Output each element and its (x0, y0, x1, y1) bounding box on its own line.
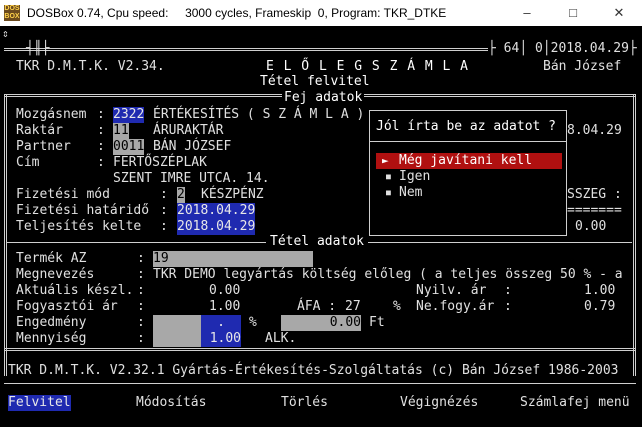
colon: : (97, 107, 105, 122)
mozgasnem-label: Mozgásnem (16, 107, 87, 122)
bullet-icon: ■ (386, 188, 391, 197)
dialog-separator (370, 141, 566, 142)
megnev-label: Megnevezés (16, 267, 95, 282)
fizmod-code[interactable]: 2 (177, 187, 185, 203)
fkey-szamlafej-menu[interactable]: Számlafej menü (520, 395, 630, 411)
mozgasnem-code[interactable]: 2322 (113, 107, 145, 123)
eng-field-a[interactable] (153, 315, 201, 331)
raktar-label: Raktár (16, 123, 63, 138)
afa-label: ÁFA : (297, 299, 337, 314)
menny-value[interactable]: 1.00 (201, 331, 241, 347)
bullet-icon: ■ (386, 172, 391, 181)
dos-screen: ⇕ ┤║├ ├ 64│ 0│2018.04.29├ TKR D.M.T.K. V… (0, 26, 642, 427)
afa-value: 27 (345, 299, 361, 314)
eng-label: Engedmény (16, 315, 87, 330)
teljesites-label: Teljesítés kelte (16, 219, 142, 234)
afa-pct: % (393, 299, 401, 314)
mozgasnem-value: ÉRTÉKESÍTÉS ( S Z Á M L A ) (153, 107, 365, 122)
akt-label: Aktuális készl. (16, 283, 134, 298)
akt-value: 0.00 (209, 283, 241, 298)
nefogy-value: 0.79 (584, 299, 616, 314)
cim-value: FERTŐSZÉPLAK (113, 155, 207, 170)
fkey-vegignezes[interactable]: Végignézés (400, 395, 478, 411)
right-date-fragment: 8.04.29 (567, 123, 622, 138)
cim-label: Cím (16, 155, 40, 170)
menny-unit: ALK. (265, 331, 297, 346)
section-head: Fej adatok (282, 90, 365, 106)
raktar-value: ÁRURAKTÁR (153, 123, 224, 138)
left-badge: ┤║├ (26, 41, 50, 56)
dialog-option-igen[interactable]: Igen (399, 169, 430, 185)
menny-field-a[interactable] (153, 331, 201, 347)
doc-title: E L Ő L E G S Z Á M L A (266, 59, 470, 74)
hatarido-value[interactable]: 2018.04.29 (177, 203, 256, 219)
app-version: TKR D.M.T.K. V2.34. (16, 59, 165, 74)
copyright: TKR D.M.T.K. V2.32.1 Gyártás-Értékesítés… (8, 363, 619, 378)
partner-label: Partner (16, 139, 71, 154)
sum-separator: ======= (567, 203, 622, 218)
sum-value: 0.00 (575, 219, 607, 234)
termek-label: Termék AZ (16, 251, 87, 266)
fizmod-value: KÉSZPÉNZ (201, 187, 264, 202)
footer-separator (4, 383, 636, 384)
maximize-button[interactable]: □ (550, 0, 596, 26)
menny-label: Mennyiség (16, 331, 87, 346)
fkey-felvitel[interactable]: Felvitel (8, 395, 71, 411)
right-badge: ├ 64│ 0│2018.04.29├ (488, 41, 637, 57)
megnev-value: TKR DEMO legyártás költség előleg ( a te… (153, 267, 623, 282)
dosbox-icon: DOS BOX (4, 5, 20, 21)
bottom-border (4, 348, 636, 351)
nyilv-label: Nyilv. ár (416, 283, 487, 298)
fkey-modositas[interactable]: Módosítás (136, 395, 206, 411)
user-name: Bán József (543, 59, 622, 74)
left-border (4, 94, 7, 376)
fizmod-label: Fizetési mód (16, 187, 110, 202)
nefogy-label: Ne.fogy.ár (416, 299, 495, 314)
dialog-option-javitani[interactable]: Még javítani kell (399, 153, 532, 169)
teljesites-value[interactable]: 2018.04.29 (177, 219, 256, 235)
minimize-button[interactable]: – (504, 0, 550, 26)
termek-value[interactable]: 19 (153, 251, 313, 267)
raktar-code[interactable]: 11 (113, 123, 129, 139)
window-title: DOSBox 0.74, Cpu speed: 3000 cycles, Fra… (27, 6, 447, 20)
partner-value: BÁN JÓZSEF (153, 139, 232, 154)
hatarido-label: Fizetési határidő (16, 203, 150, 218)
items-head: Tétel adatok (266, 234, 368, 250)
eng-ft: Ft (369, 315, 385, 330)
dialog-option-nem[interactable]: Nem (399, 185, 422, 201)
fogy-label: Fogyasztói ár (16, 299, 118, 314)
eng-value[interactable]: . (201, 315, 241, 331)
eng-pct: % (249, 315, 257, 330)
sum-label: SSZEG : (567, 187, 622, 202)
nyilv-value: 1.00 (584, 283, 616, 298)
cim-value-2: SZENT IMRE UTCA. 14. (113, 171, 270, 186)
option-arrow-icon: ► (382, 154, 389, 167)
confirm-dialog: Jól írta be az adatot ? ► Még javítani k… (369, 110, 567, 236)
right-border (633, 94, 636, 376)
fkey-torles[interactable]: Törlés (281, 395, 328, 411)
subtitle: Tétel felvitel (258, 74, 372, 90)
window-titlebar: DOS BOX DOSBox 0.74, Cpu speed: 3000 cyc… (0, 0, 642, 26)
fogy-value: 1.00 (209, 299, 241, 314)
close-button[interactable]: ✕ (596, 0, 642, 26)
dialog-question: Jól írta be az adatot ? (376, 119, 557, 134)
eng-amount[interactable]: 0.00 (281, 315, 361, 331)
partner-code[interactable]: 0011 (113, 139, 145, 155)
scroll-arrow-icon: ⇕ (2, 27, 9, 40)
